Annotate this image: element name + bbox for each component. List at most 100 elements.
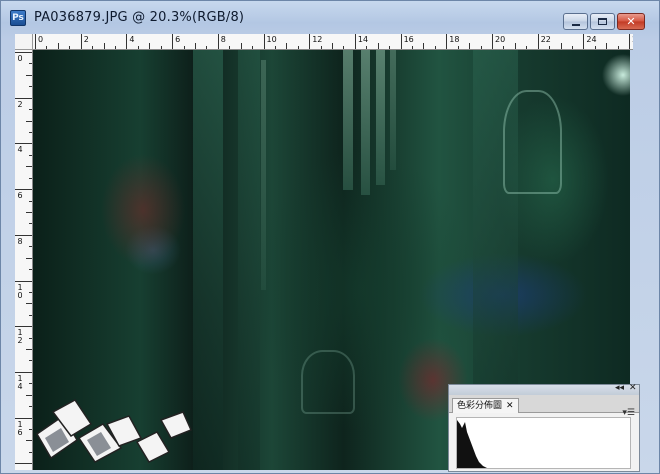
minimize-button[interactable]: [563, 13, 588, 30]
ruler-tick: [103, 43, 105, 49]
ruler-tick: [29, 291, 32, 293]
ruler-tick: [549, 46, 551, 49]
ruler-label: 20: [495, 35, 506, 44]
ruler-tick: [309, 34, 311, 49]
panel-header[interactable]: ◂◂ ✕: [449, 383, 639, 395]
ruler-tick: [229, 46, 231, 49]
ruler-tick: [217, 34, 219, 49]
ruler-tick: [29, 314, 32, 316]
ruler-tick: [583, 34, 585, 49]
ruler-tick: [377, 43, 379, 49]
tab-histogram[interactable]: 色彩分佈圖 ✕: [452, 398, 519, 413]
ruler-tick: [26, 120, 32, 122]
ruler-tick: [400, 34, 402, 49]
ruler-tick: [26, 257, 32, 259]
ruler-tick: [332, 43, 334, 49]
ruler-tick: [526, 46, 528, 49]
ruler-tick: [69, 46, 71, 49]
title-bar[interactable]: Ps PA036879.JPG @ 20.3%(RGB/8) ✕: [1, 1, 659, 33]
ruler-label: 14: [17, 373, 23, 391]
ruler-tick: [194, 43, 196, 49]
ruler-tick: [29, 360, 32, 362]
histogram-curve: [457, 420, 487, 468]
ruler-label: 0: [17, 54, 23, 63]
ruler-tick: [514, 43, 516, 49]
panel-tab-row: 色彩分佈圖 ✕ ▾☰: [449, 395, 639, 418]
ruler-tick: [412, 46, 414, 49]
ruler-origin[interactable]: [15, 34, 33, 50]
ruler-tick: [297, 46, 299, 49]
ruler-tick: [35, 34, 36, 49]
horizontal-ruler[interactable]: 02468101214161820222426: [33, 34, 633, 50]
photoshop-app-icon[interactable]: Ps: [10, 10, 26, 26]
watermark-logo: [36, 399, 193, 463]
maximize-button[interactable]: [590, 13, 615, 30]
window-title: PA036879.JPG @ 20.3%(RGB/8): [34, 10, 245, 25]
ruler-tick: [15, 143, 32, 145]
close-button[interactable]: ✕: [617, 13, 645, 30]
ruler-tick: [537, 34, 539, 49]
photo-pillar: [193, 50, 223, 470]
ruler-tick: [15, 189, 32, 191]
ruler-tick: [29, 429, 32, 431]
ruler-label: 0: [38, 35, 44, 44]
ruler-tick: [434, 46, 436, 49]
wind-chime-tube: [390, 50, 396, 170]
histogram-panel: ◂◂ ✕ 色彩分佈圖 ✕ ▾☰: [448, 383, 640, 472]
ruler-tick: [492, 34, 493, 49]
ruler-label: 22: [540, 35, 551, 44]
ruler-label: 6: [17, 191, 23, 201]
ruler-tick: [26, 74, 32, 76]
ruler-tick: [354, 34, 356, 49]
ruler-label: 2: [83, 35, 89, 44]
ruler-label: 18: [449, 35, 460, 44]
ruler-tick: [15, 371, 32, 373]
ruler-label: 6: [175, 35, 181, 44]
ruler-tick: [320, 46, 322, 49]
ruler-tick: [80, 34, 82, 49]
ruler-tick: [29, 63, 32, 65]
ruler-tick: [15, 52, 32, 53]
maximize-icon: [598, 18, 607, 25]
ruler-tick: [29, 154, 32, 156]
ruler-tick: [92, 46, 94, 49]
ruler-tick: [29, 131, 32, 133]
ruler-tick: [29, 177, 32, 179]
ruler-tick: [29, 246, 32, 248]
ruler-tick: [606, 43, 608, 49]
ruler-label: 10: [266, 35, 277, 44]
ruler-tick: [57, 43, 59, 49]
close-panel-icon[interactable]: ✕: [629, 383, 637, 393]
ruler-tick: [571, 46, 573, 49]
ruler-tick: [26, 440, 32, 442]
ruler-tick: [286, 43, 288, 49]
ruler-label: 12: [312, 35, 323, 44]
ruler-tick: [503, 46, 505, 49]
ruler-tick: [29, 451, 32, 453]
ruler-tick: [29, 109, 32, 111]
ruler-tick: [126, 34, 128, 49]
ruler-tick: [26, 394, 32, 396]
close-icon: ✕: [626, 15, 636, 28]
ruler-tick: [29, 269, 32, 271]
tab-close-icon[interactable]: ✕: [506, 401, 514, 411]
ruler-label: 8: [17, 236, 23, 246]
ruler-tick: [137, 46, 139, 49]
ruler-label: 12: [17, 328, 23, 346]
collapse-panel-icon[interactable]: ◂◂: [615, 383, 624, 393]
ruler-tick: [469, 43, 471, 49]
ruler-label: 26: [632, 35, 633, 44]
vertical-ruler[interactable]: 0 2 4 6 8 10 12 14 16: [15, 50, 33, 470]
ruler-tick: [149, 43, 151, 49]
ruler-tick: [366, 46, 368, 49]
ruler-tick: [446, 34, 448, 49]
ruler-tick: [114, 46, 116, 49]
ruler-label: 8: [220, 35, 226, 44]
ruler-tick: [29, 383, 32, 385]
wind-chime-tube: [361, 50, 370, 195]
ruler-tick: [343, 46, 345, 49]
glass-bottle: [301, 350, 355, 414]
ruler-tick: [240, 43, 242, 49]
ruler-label: 10: [17, 282, 23, 300]
ruler-tick: [594, 46, 596, 49]
